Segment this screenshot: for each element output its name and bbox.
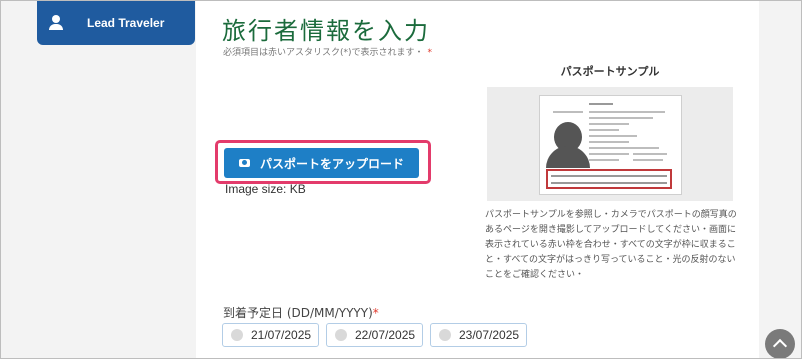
date-option-label: 22/07/2025 (355, 328, 416, 342)
lead-traveler-tab[interactable]: Lead Traveler (37, 1, 195, 45)
passport-text-line (589, 141, 629, 143)
arrival-date-label: 到着予定日 (DD/MM/YYYY)* (223, 304, 379, 321)
date-option-label: 23/07/2025 (459, 328, 520, 342)
upload-passport-button[interactable]: パスポートをアップロード (224, 148, 419, 178)
passport-text-line (553, 111, 583, 113)
date-option-label: 21/07/2025 (251, 328, 312, 342)
passport-mrz-row (551, 175, 667, 177)
arrival-date-label-text: 到着予定日 (DD/MM/YYYY) (223, 306, 373, 320)
passport-text-line (589, 103, 613, 105)
upload-passport-label: パスポートをアップロード (259, 156, 404, 171)
app-frame: Lead Traveler 旅行者情報を入力 必須項目は赤いアスタリスク(*)で… (0, 0, 802, 359)
passport-text-line (589, 111, 665, 113)
image-size-label: Image size: KB (225, 182, 306, 196)
date-option-2[interactable]: 22/07/2025 (326, 323, 423, 347)
passport-text-line (589, 135, 637, 137)
radio-icon (231, 329, 243, 341)
passport-text-line (633, 159, 663, 161)
lead-traveler-label: Lead Traveler (87, 16, 165, 30)
camera-icon (238, 159, 250, 167)
date-option-1[interactable]: 21/07/2025 (222, 323, 319, 347)
passport-text-line (589, 129, 619, 131)
user-icon (49, 15, 63, 31)
radio-icon (335, 329, 347, 341)
radio-icon (439, 329, 451, 341)
required-note-text: 必須項目は赤いアスタリスク(*)で表示されます・ (223, 48, 424, 58)
page-title: 旅行者情報を入力 (222, 17, 430, 45)
passport-instructions: パスポートサンプルを参照し・カメラでパスポートの顔写真のあるページを開き撮影して… (485, 210, 737, 280)
required-note-star: * (427, 48, 433, 58)
passport-mrz-row (551, 182, 667, 184)
scroll-top-icon[interactable] (765, 329, 795, 358)
required-note: 必須項目は赤いアスタリスク(*)で表示されます・ * (223, 45, 432, 58)
passport-text-line (589, 117, 653, 119)
passport-text-line (589, 153, 629, 155)
arrival-required-star: * (372, 306, 379, 320)
passport-sample-title: パスポートサンプル (560, 65, 660, 78)
date-option-3[interactable]: 23/07/2025 (430, 323, 527, 347)
passport-mrz-frame (546, 169, 672, 189)
passport-text-line (589, 123, 629, 125)
passport-text-line (633, 153, 667, 155)
passport-text-line (589, 147, 659, 149)
passport-text-line (589, 159, 619, 161)
